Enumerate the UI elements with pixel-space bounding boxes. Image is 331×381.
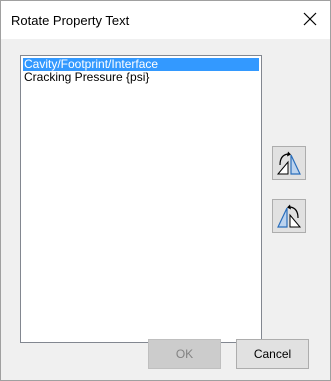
rotate-counterclockwise-icon [277,204,302,228]
ok-button[interactable]: OK [148,339,221,369]
list-item-label: Cracking Pressure {psi} [24,70,150,84]
dialog-title: Rotate Property Text [11,13,130,28]
close-button[interactable] [290,1,330,37]
property-list[interactable]: Cavity/Footprint/Interface Cracking Pres… [20,55,262,343]
rotate-property-text-dialog: Rotate Property Text Cavity/Footprint/In… [0,0,331,381]
close-icon [303,12,317,26]
rotate-counterclockwise-button[interactable] [272,199,306,233]
cancel-button[interactable]: Cancel [236,339,309,369]
rotate-clockwise-button[interactable] [272,146,306,180]
list-item[interactable]: Cracking Pressure {psi} [23,71,259,84]
list-item-label: Cavity/Footprint/Interface [24,57,159,71]
title-bar: Rotate Property Text [1,1,330,39]
ok-button-label: OK [175,347,194,361]
rotate-clockwise-icon [276,151,301,175]
cancel-button-label: Cancel [253,347,292,361]
